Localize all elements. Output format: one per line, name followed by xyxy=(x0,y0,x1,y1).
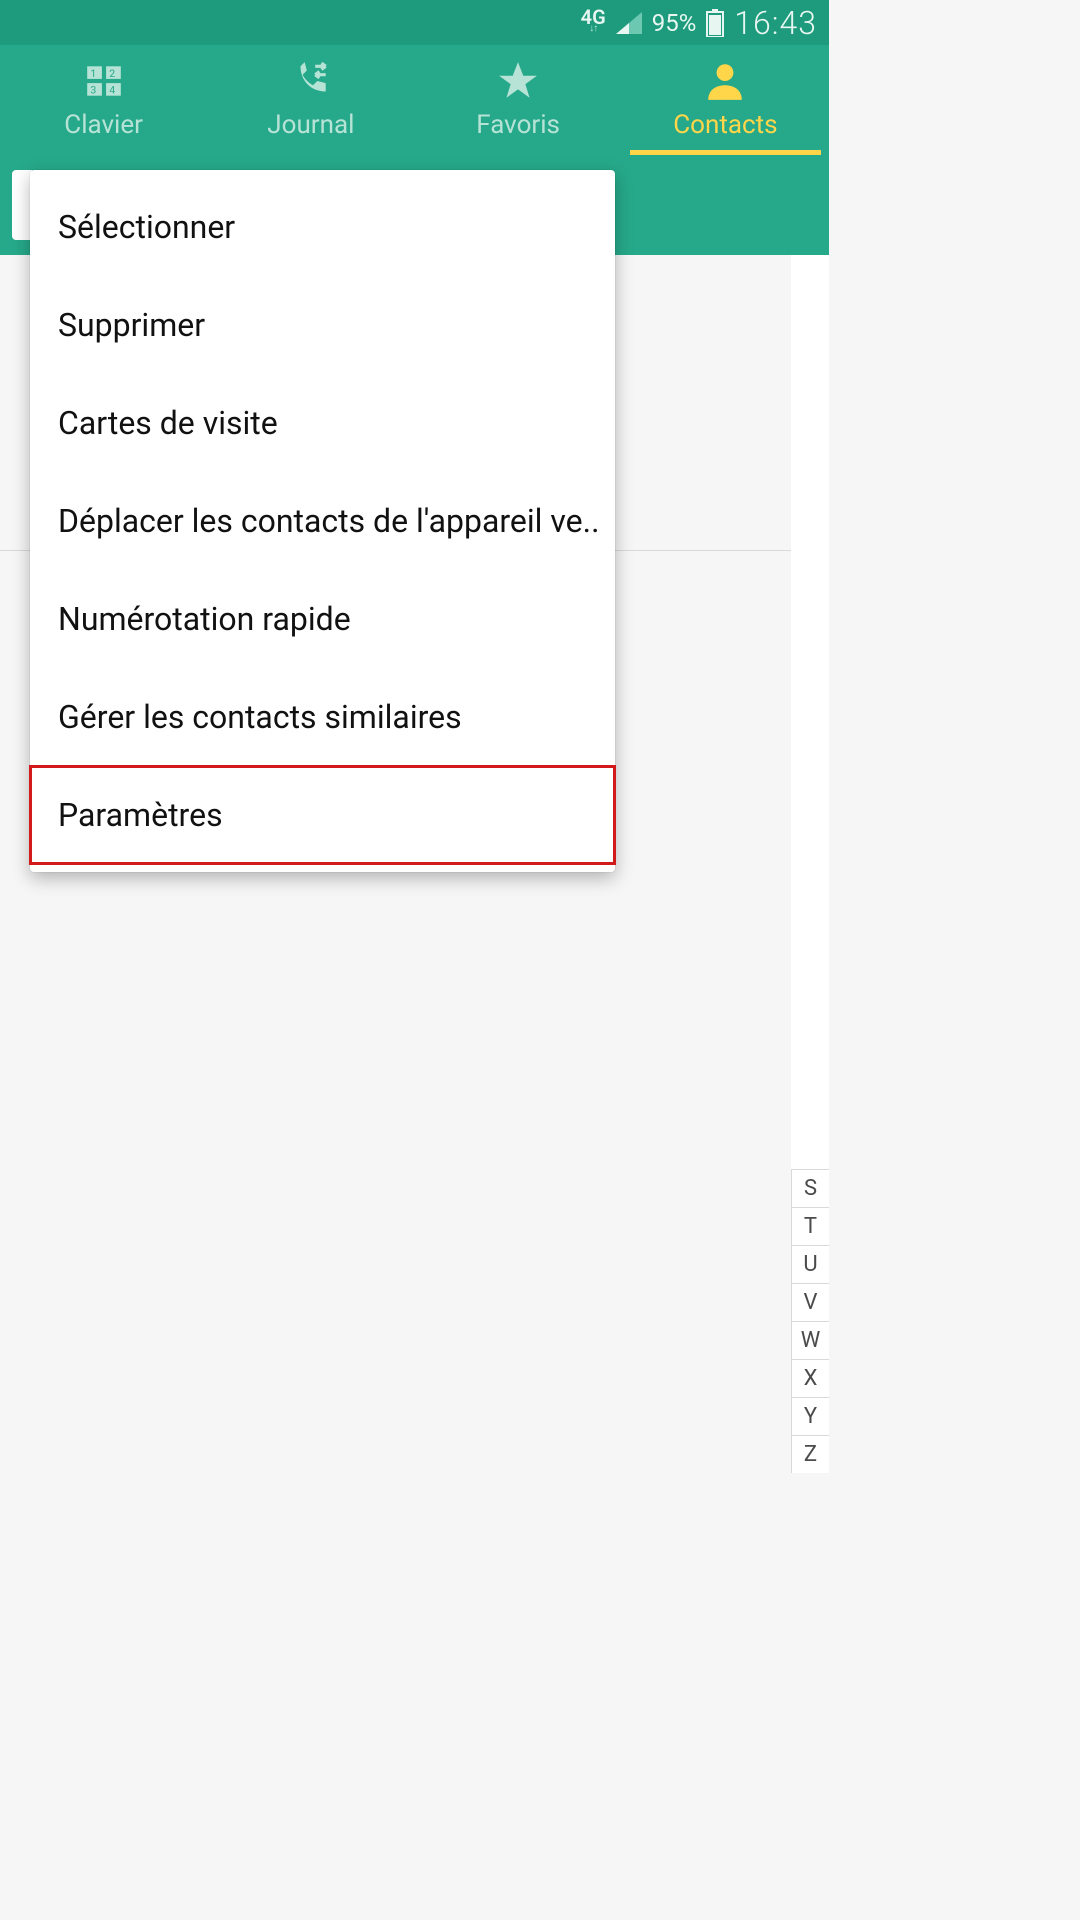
tab-label: Contacts xyxy=(673,110,777,140)
alpha-index-x[interactable]: X xyxy=(791,1359,829,1397)
svg-text:3: 3 xyxy=(90,84,96,97)
svg-text:4: 4 xyxy=(109,84,115,97)
search-input-edge[interactable] xyxy=(12,170,32,240)
person-icon xyxy=(704,60,746,102)
alpha-index-w[interactable]: W xyxy=(791,1321,829,1359)
menu-item-parame-tres[interactable]: Paramètres xyxy=(30,766,615,864)
svg-text:2: 2 xyxy=(109,67,115,80)
alpha-index-t[interactable]: T xyxy=(791,1207,829,1245)
tab-bar: 12 34 Clavier Journal Favoris Contacts xyxy=(0,45,829,155)
alpha-index-y[interactable]: Y xyxy=(791,1397,829,1435)
battery-percent: 95% xyxy=(652,9,697,37)
tab-label: Clavier xyxy=(64,110,143,140)
signal-icon xyxy=(616,12,642,34)
tab-keypad[interactable]: 12 34 Clavier xyxy=(0,45,207,155)
call-log-icon xyxy=(290,60,332,102)
menu-item-supprimer[interactable]: Supprimer xyxy=(30,276,615,374)
alpha-index-s[interactable]: S xyxy=(791,1169,829,1207)
status-bar: 4G ↓↑ 95% 16:43 xyxy=(0,0,829,45)
menu-item-cartes-de-visite[interactable]: Cartes de visite xyxy=(30,374,615,472)
svg-text:1: 1 xyxy=(90,67,96,80)
alpha-index-u[interactable]: U xyxy=(791,1245,829,1283)
tab-label: Journal xyxy=(267,110,354,140)
battery-icon xyxy=(706,9,724,37)
alpha-index-z[interactable]: Z xyxy=(791,1435,829,1473)
alpha-index-spacer xyxy=(791,255,829,1169)
overflow-menu: SélectionnerSupprimerCartes de visiteDép… xyxy=(30,170,615,872)
menu-item-nume-rotation-rapide[interactable]: Numérotation rapide xyxy=(30,570,615,668)
menu-item-se-lectionner[interactable]: Sélectionner xyxy=(30,178,615,276)
menu-item-de-placer-les-contacts-de-l-appareil-ve[interactable]: Déplacer les contacts de l'appareil ve.. xyxy=(30,472,615,570)
tab-label: Favoris xyxy=(476,110,560,140)
star-icon xyxy=(497,60,539,102)
tab-favoris[interactable]: Favoris xyxy=(415,45,622,155)
status-clock: 16:43 xyxy=(734,4,817,42)
tab-contacts[interactable]: Contacts xyxy=(622,45,829,155)
alpha-index[interactable]: STUVWXYZ xyxy=(791,255,829,1473)
menu-item-ge-rer-les-contacts-similaires[interactable]: Gérer les contacts similaires xyxy=(30,668,615,766)
network-4g-indicator: 4G ↓↑ xyxy=(581,7,606,34)
alpha-index-v[interactable]: V xyxy=(791,1283,829,1321)
keypad-icon: 12 34 xyxy=(83,60,125,102)
tab-journal[interactable]: Journal xyxy=(207,45,414,155)
